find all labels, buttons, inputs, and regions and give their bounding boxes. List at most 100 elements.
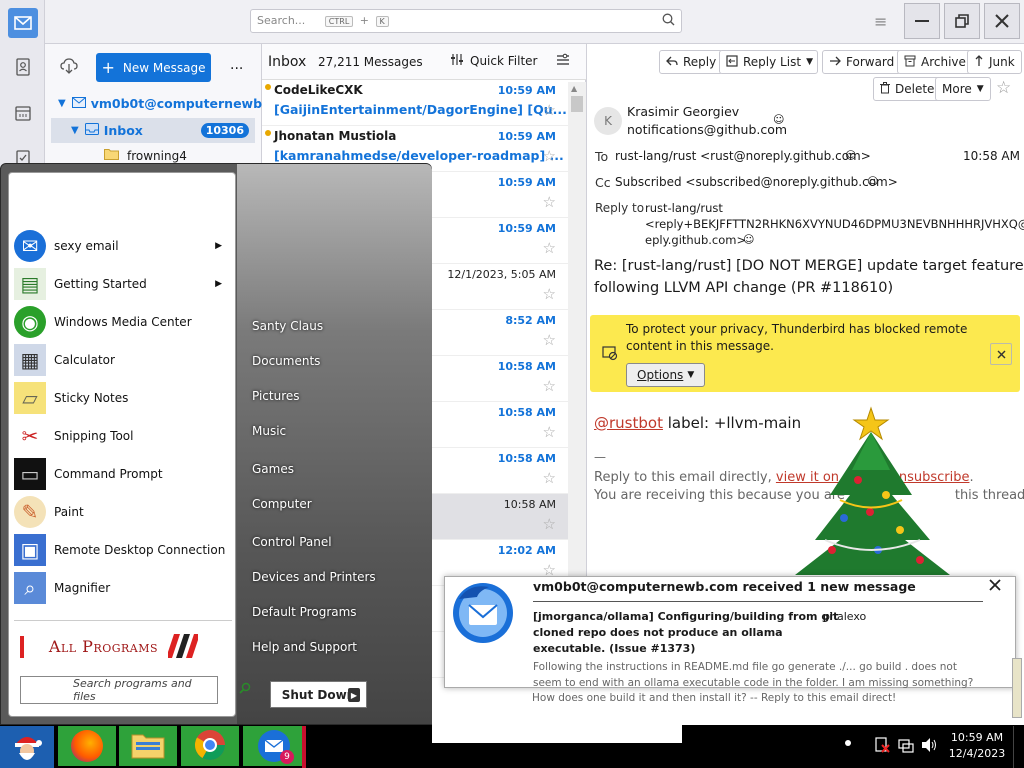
mail-space-icon[interactable] — [8, 8, 38, 38]
archive-button[interactable]: Archive — [897, 50, 973, 74]
star-icon[interactable]: ☆ — [543, 331, 556, 349]
address-book-icon[interactable] — [8, 52, 38, 82]
shutdown-options-arrow-icon[interactable]: ▶ — [348, 688, 360, 702]
clock-date[interactable]: 12/4/2023 — [946, 747, 1008, 760]
minimize-button[interactable] — [904, 3, 940, 39]
volume-icon[interactable] — [921, 737, 937, 756]
taskbar-explorer[interactable] — [119, 726, 177, 766]
star-icon[interactable]: ☆ — [543, 285, 556, 303]
star-icon[interactable]: ☆ — [543, 423, 556, 441]
action-center-icon[interactable] — [874, 737, 890, 756]
star-icon[interactable]: ☆ — [543, 377, 556, 395]
star-icon[interactable]: ☆ — [543, 515, 556, 533]
start-link-games[interactable]: Games — [252, 462, 412, 476]
row-time: 10:59 AM — [497, 176, 556, 189]
star-icon[interactable]: ☆ — [543, 469, 556, 487]
forward-button[interactable]: Forward — [822, 50, 902, 74]
thunderbird-icon: 9 — [258, 730, 294, 764]
reply-to-line2[interactable]: <reply+BEKJFFTTN2RHKN6XVYNUD46DPMU3NEVBN… — [645, 217, 1024, 231]
account-row[interactable]: ▼ vm0b0t@computernewb... — [58, 96, 276, 111]
taskbar-firefox[interactable] — [58, 726, 116, 766]
reply-list-button[interactable]: Reply List ▼ — [719, 50, 818, 74]
taskbar-chrome[interactable] — [181, 726, 239, 766]
star-icon[interactable]: ☆ — [543, 193, 556, 211]
thunderbird-icon: ✉ — [14, 230, 46, 262]
quick-filter-button[interactable]: Quick Filter — [450, 53, 537, 69]
chevron-down-icon: ▼ — [687, 370, 695, 380]
start-item-command-prompt[interactable]: ▭ Command Prompt — [14, 457, 232, 491]
start-link-music[interactable]: Music — [252, 424, 412, 438]
new-message-button[interactable]: + New Message — [96, 53, 211, 82]
folder-frowning4[interactable]: frowning4 — [104, 148, 187, 163]
start-button[interactable] — [0, 726, 54, 768]
thread-row[interactable]: CodeLikeCXK [GaijinEntertainment/DagorEng… — [262, 80, 568, 126]
star-icon[interactable]: ☆ — [543, 101, 556, 119]
shutdown-button[interactable]: Shut Down ▶ — [270, 681, 367, 708]
start-link-documents[interactable]: Documents — [252, 354, 412, 368]
start-item-calculator[interactable]: ▦ Calculator — [14, 343, 232, 377]
chevron-down-icon[interactable]: ▼ — [806, 57, 813, 67]
start-search-input[interactable]: Search programs and files — [20, 676, 251, 704]
to-value[interactable]: rust-lang/rust <rust@noreply.github.com> — [615, 149, 871, 163]
more-button[interactable]: More ▼ — [935, 77, 991, 101]
clock-time[interactable]: 10:59 AM — [946, 731, 1008, 744]
sender-name[interactable]: Krasimir Georgiev — [627, 104, 739, 119]
start-link-help-and-support[interactable]: Help and Support — [252, 640, 412, 654]
display-options-icon[interactable] — [556, 53, 570, 70]
app-menu-icon[interactable]: ≡ — [874, 12, 887, 31]
contact-icon[interactable]: ☺ — [773, 113, 784, 126]
rustbot-mention-link[interactable]: @rustbot — [594, 414, 663, 432]
cc-value[interactable]: Subscribed <subscribed@noreply.github.co… — [615, 175, 898, 189]
delete-button[interactable]: Delete — [873, 77, 942, 101]
get-messages-icon[interactable] — [60, 58, 78, 77]
close-window-button[interactable] — [984, 3, 1020, 39]
folder-inbox[interactable]: ▼ Inbox 10306 — [51, 118, 255, 143]
start-item-media-center[interactable]: ◉ Windows Media Center — [14, 305, 232, 339]
cc-label: Cc — [595, 175, 611, 190]
start-link-computer[interactable]: Computer — [252, 497, 412, 511]
start-item-paint[interactable]: ✎ Paint — [14, 495, 232, 529]
reply-to-line3[interactable]: eply.github.com> — [645, 233, 746, 247]
contact-icon[interactable]: ☺ — [743, 233, 754, 246]
start-item-thunderbird[interactable]: ✉ sexy email ▶ — [14, 229, 232, 263]
remote-content-icon — [602, 345, 618, 364]
dismiss-notice-button[interactable] — [990, 343, 1012, 365]
tray-dot-icon[interactable] — [845, 740, 851, 746]
start-link-control-panel[interactable]: Control Panel — [252, 535, 412, 549]
contact-icon[interactable]: ☺ — [845, 149, 856, 162]
restore-button[interactable] — [944, 3, 980, 39]
stripes-icon — [168, 634, 199, 658]
start-item-remote-desktop[interactable]: ▣ Remote Desktop Connection — [14, 533, 232, 567]
start-link-default-programs[interactable]: Default Programs — [252, 605, 412, 619]
calendar-icon[interactable] — [8, 98, 38, 128]
all-programs-button[interactable]: All Programs — [14, 630, 233, 662]
reply-to-line1[interactable]: rust-lang/rust — [645, 201, 723, 215]
star-icon[interactable]: ☆ — [543, 239, 556, 257]
close-notification-button[interactable] — [989, 579, 1001, 594]
start-link-santy-claus[interactable]: Santy Claus — [252, 319, 412, 333]
start-item-magnifier[interactable]: ⌕ Magnifier — [14, 571, 232, 605]
sender-email[interactable]: notifications@github.com — [627, 122, 787, 137]
contact-icon[interactable]: ☺ — [867, 175, 878, 188]
start-link-pictures[interactable]: Pictures — [252, 389, 412, 403]
global-search-input[interactable]: Search... CTRL + K — [250, 9, 682, 33]
reply-button[interactable]: Reply — [659, 50, 724, 74]
options-button[interactable]: Options ▼ — [626, 363, 706, 387]
new-mail-notification[interactable]: vm0b0t@computernewb.com received 1 new m… — [444, 576, 1016, 688]
row-subject: [GaijinEntertainment/DagorEngine] [Qu... — [274, 102, 567, 117]
message-subject-line2: following LLVM API change (PR #118610) — [594, 280, 894, 296]
account-mail-icon — [71, 96, 86, 111]
start-item-sticky-notes[interactable]: ▱ Sticky Notes — [14, 381, 232, 415]
network-icon[interactable] — [898, 737, 914, 756]
folder-pane-menu-button[interactable]: ... — [230, 57, 243, 73]
unread-count-badge: 10306 — [200, 123, 249, 138]
junk-button[interactable]: Junk — [967, 50, 1022, 74]
star-icon[interactable]: ☆ — [996, 78, 1011, 98]
row-time: 8:52 AM — [505, 314, 556, 327]
start-item-getting-started[interactable]: ▤ Getting Started ▶ — [14, 267, 232, 301]
start-link-devices-and-printers[interactable]: Devices and Printers — [252, 570, 412, 584]
show-desktop-button[interactable] — [1013, 726, 1024, 768]
start-item-snipping-tool[interactable]: ✂ Snipping Tool — [14, 419, 232, 453]
taskbar-thunderbird[interactable]: 9 — [243, 726, 305, 766]
star-icon[interactable]: ☆ — [543, 147, 556, 165]
